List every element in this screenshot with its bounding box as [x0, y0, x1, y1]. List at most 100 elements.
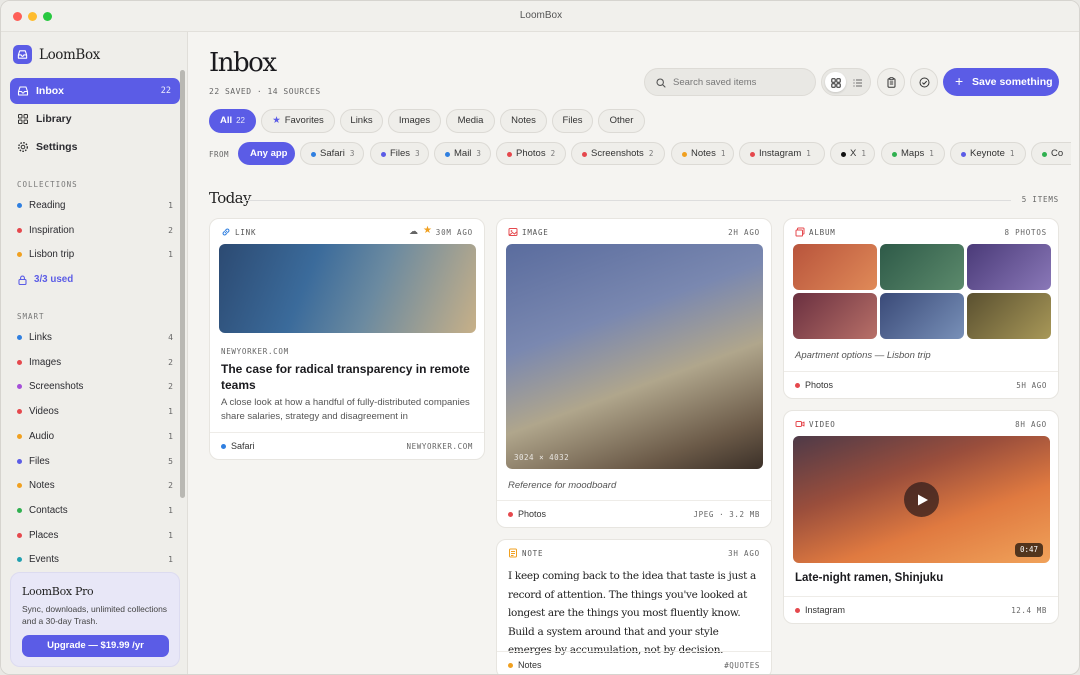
- smart-item-videos[interactable]: Videos 1: [17, 404, 173, 422]
- video-thumbnail: 0:47: [793, 436, 1050, 563]
- smart-count: 5: [168, 457, 173, 466]
- smart-color-dot: [17, 360, 22, 365]
- app-chip-any[interactable]: Any app: [238, 142, 295, 165]
- pro-upsell-card: LoomBox Pro Sync, downloads, unlimited c…: [10, 572, 180, 667]
- album-photo: [967, 244, 1051, 290]
- save-something-button[interactable]: + Save something: [943, 68, 1059, 96]
- view-toggle: [821, 68, 871, 96]
- sidebar-item-library[interactable]: Library: [10, 106, 180, 132]
- smart-label: Notes: [29, 480, 55, 491]
- collection-inspiration[interactable]: Inspiration 2: [17, 223, 173, 241]
- card-age: 8H AGO: [1015, 420, 1047, 429]
- app-chip-keynote[interactable]: Keynote 1: [950, 142, 1026, 165]
- app-color-dot: [582, 152, 587, 157]
- app-chip-notes[interactable]: Notes 1: [671, 142, 734, 165]
- smart-item-contacts[interactable]: Contacts 1: [17, 503, 173, 521]
- note-card[interactable]: NOTE 3H AGO I keep coming back to the id…: [496, 539, 772, 674]
- select-button[interactable]: [910, 68, 938, 96]
- search-input[interactable]: Search saved items: [644, 68, 816, 96]
- gear-icon: [17, 141, 29, 153]
- page-subtitle: 22 SAVED · 14 SOURCES: [209, 87, 321, 96]
- app-chip-photos[interactable]: Photos 2: [496, 142, 566, 165]
- source-dot: [508, 663, 513, 668]
- filter-chip-all[interactable]: All 22: [209, 109, 256, 133]
- collection-label: Inspiration: [29, 225, 75, 236]
- smart-item-links[interactable]: Links 4: [17, 330, 173, 348]
- smart-count: 1: [168, 432, 173, 441]
- smart-item-notes[interactable]: Notes 2: [17, 478, 173, 496]
- page-title: Inbox: [209, 48, 277, 78]
- sidebar-item-inbox[interactable]: Inbox 22: [10, 78, 180, 104]
- clipboard-button[interactable]: [877, 68, 905, 96]
- sidebar-item-settings[interactable]: Settings: [10, 134, 180, 160]
- filter-label: Other: [609, 115, 634, 126]
- smart-count: 4: [168, 333, 173, 342]
- card-footer: Safari NEWYORKER.COM: [210, 432, 484, 459]
- smart-item-events[interactable]: Events 1: [17, 552, 173, 564]
- card-kind-label: NOTE: [522, 549, 544, 558]
- filter-label: Favorites: [284, 115, 324, 126]
- album-icon: [795, 227, 805, 237]
- app-chip-mail[interactable]: Mail 3: [434, 142, 491, 165]
- app-window: LoomBox LoomBox Inbox 22 Library Setting…: [0, 0, 1080, 675]
- filter-count: 22: [236, 116, 246, 125]
- link-card[interactable]: LINK ☁ ★ 30M AGO NEWYORKER.COM The case …: [209, 218, 485, 460]
- app-chip-safari[interactable]: Safari 3: [300, 142, 364, 165]
- filter-chip-favorites[interactable]: ★ Favorites: [261, 109, 335, 133]
- filter-chip-images[interactable]: Images: [388, 109, 441, 133]
- app-color-dot: [311, 152, 316, 157]
- filter-chip-media[interactable]: Media: [446, 109, 495, 133]
- link-domain: NEWYORKER.COM: [221, 347, 289, 356]
- sidebar-scrollbar[interactable]: [180, 70, 185, 498]
- upgrade-button[interactable]: Upgrade — $19.99 /yr: [22, 635, 169, 657]
- smart-count: 1: [168, 555, 173, 564]
- video-card[interactable]: VIDEO 8H AGO 0:47 Late-night ramen, Shin…: [783, 410, 1059, 624]
- smart-item-images[interactable]: Images 2: [17, 355, 173, 373]
- card-meta: NEWYORKER.COM: [406, 442, 473, 451]
- filter-label: Media: [457, 115, 484, 126]
- filter-label: Images: [398, 115, 431, 126]
- app-count: 3: [476, 149, 481, 158]
- filter-chip-notes[interactable]: Notes: [500, 109, 547, 133]
- card-age: 30M AGO: [435, 228, 473, 237]
- from-label: FROM: [209, 150, 230, 159]
- filter-chip-files[interactable]: Files: [552, 109, 593, 133]
- app-label: Files: [390, 148, 411, 159]
- card-footer: Photos JPEG · 3.2 MB: [497, 500, 771, 527]
- brand-name: LoomBox: [39, 47, 100, 63]
- collection-reading[interactable]: Reading 1: [17, 198, 173, 216]
- app-chip-files[interactable]: Files 3: [370, 142, 429, 165]
- play-button[interactable]: [904, 482, 939, 517]
- collection-lisbon-trip[interactable]: Lisbon trip 1: [17, 247, 173, 265]
- check-circle-icon: [919, 77, 930, 88]
- smart-label: Files: [29, 456, 50, 467]
- app-count: 1: [806, 149, 811, 158]
- smart-count: 1: [168, 407, 173, 416]
- smart-count: 2: [168, 481, 173, 490]
- smart-item-screenshots[interactable]: Screenshots 2: [17, 379, 173, 397]
- card-source: Notes: [518, 660, 542, 670]
- smart-item-places[interactable]: Places 1: [17, 528, 173, 546]
- album-card[interactable]: ALBUM 8 PHOTOS Apartment options — Lisbo…: [783, 218, 1059, 399]
- smart-item-files[interactable]: Files 5: [17, 454, 173, 472]
- image-card[interactable]: IMAGE 2H AGO 3024 × 4032 Reference for m…: [496, 218, 772, 528]
- collection-label: Reading: [29, 200, 66, 211]
- app-count: 1: [1009, 149, 1015, 158]
- source-dot: [221, 444, 226, 449]
- app-chip-instagram[interactable]: Instagram 1: [739, 142, 825, 165]
- app-chip-screenshots[interactable]: Screenshots 2: [571, 142, 665, 165]
- card-footer: Photos 5H AGO: [784, 371, 1058, 398]
- app-chip-partial[interactable]: Co: [1031, 142, 1071, 165]
- card-age: 2H AGO: [728, 228, 760, 237]
- list-view-icon[interactable]: [853, 78, 863, 88]
- app-chip-maps[interactable]: Maps 1: [881, 142, 945, 165]
- filter-chip-links[interactable]: Links: [340, 109, 383, 133]
- collection-count: 2: [168, 226, 173, 235]
- app-color-dot: [961, 152, 966, 157]
- album-photo: [793, 293, 877, 339]
- app-chip-x[interactable]: X1: [830, 142, 875, 165]
- smart-item-audio[interactable]: Audio 1: [17, 429, 173, 447]
- filter-chip-other[interactable]: Other: [598, 109, 645, 133]
- star-icon[interactable]: ★: [423, 225, 432, 236]
- app-logo-icon: [13, 45, 32, 64]
